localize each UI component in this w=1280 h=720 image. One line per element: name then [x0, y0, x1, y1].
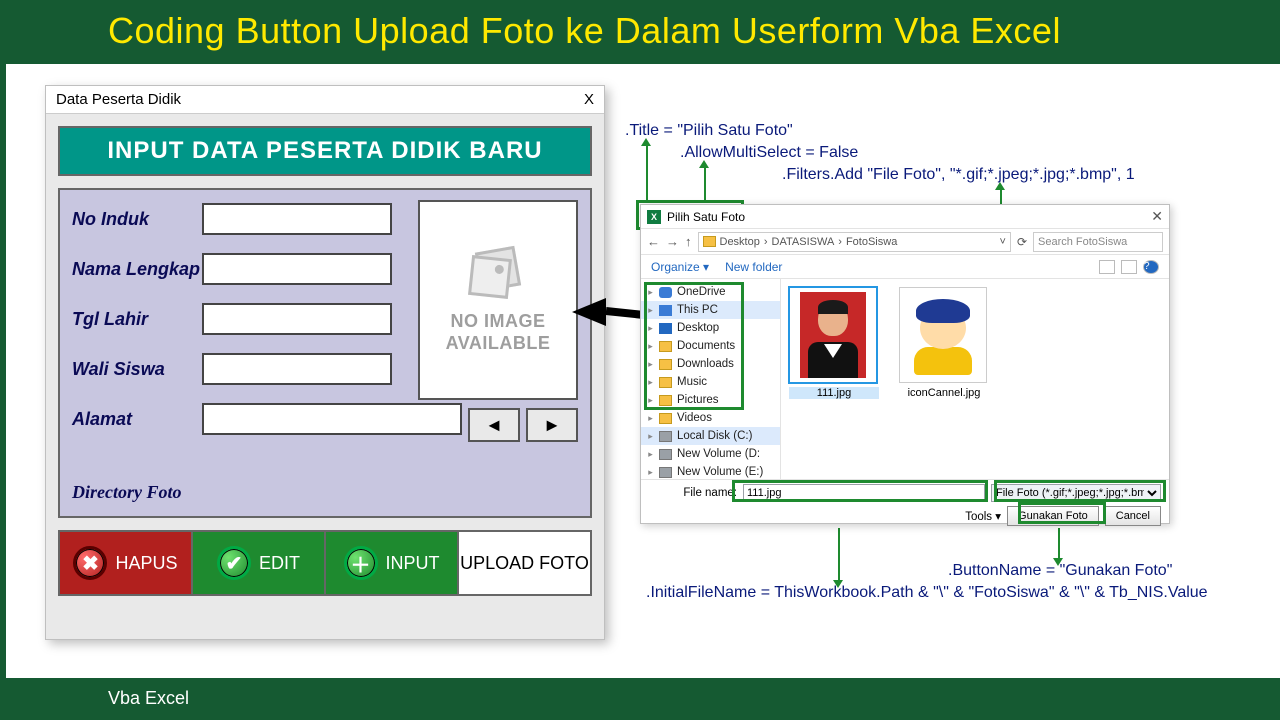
tree-item[interactable]: ▸Videos — [641, 409, 780, 427]
no-image-text: NO IMAGE AVAILABLE — [420, 311, 576, 354]
edit-button[interactable]: ✔ EDIT — [193, 532, 326, 594]
photo-placeholder: NO IMAGE AVAILABLE — [418, 200, 578, 400]
hapus-button[interactable]: ✖ HAPUS — [60, 532, 193, 594]
dialog-nav: ← → ↑ Desktop › DATASISWA › FotoSiswa ˅ … — [641, 229, 1169, 255]
directory-value — [202, 478, 582, 506]
footer-bar: Vba Excel — [0, 678, 1280, 720]
label-wali: Wali Siswa — [72, 359, 202, 380]
userform-title: Data Peserta Didik — [56, 91, 181, 108]
input-wali[interactable] — [202, 353, 392, 385]
annotation-arrow — [646, 142, 648, 200]
tree-item[interactable]: ▸Pictures — [641, 391, 780, 409]
input-button[interactable]: ＋ INPUT — [326, 532, 459, 594]
nav-back-icon[interactable]: ← — [647, 234, 660, 249]
tree-item[interactable]: ▸New Volume (D: — [641, 445, 780, 463]
dialog-footer: File name: File Foto (*.gif;*.jpeg;*.jpg… — [641, 479, 1169, 525]
tree-item[interactable]: ▸New Volume (E:) — [641, 463, 780, 479]
userform-titlebar[interactable]: Data Peserta Didik X — [46, 86, 604, 114]
breadcrumb[interactable]: Desktop › DATASISWA › FotoSiswa ˅ — [698, 232, 1011, 252]
label-tgl-lahir: Tgl Lahir — [72, 309, 202, 330]
cartoon-icon — [908, 295, 978, 375]
filename-input[interactable] — [743, 484, 985, 502]
arrow-down-icon — [833, 580, 843, 588]
userform-body: No Induk Nama Lengkap Tgl Lahir Wali Sis… — [58, 188, 592, 518]
arrow-up-icon — [641, 138, 651, 146]
big-arrow-icon — [572, 298, 606, 326]
search-input[interactable]: Search FotoSiswa — [1033, 232, 1163, 252]
tree-item[interactable]: ▸Documents — [641, 337, 780, 355]
filename-label: File name: — [649, 487, 737, 499]
new-folder-button[interactable]: New folder — [725, 260, 782, 274]
annotation-arrow — [1058, 528, 1060, 560]
userform-banner: INPUT DATA PESERTA DIDIK BARU — [58, 126, 592, 176]
photo-panel: NO IMAGE AVAILABLE ◄ ► — [418, 200, 578, 442]
file-thumb-111[interactable]: 111.jpg — [789, 287, 879, 399]
prev-photo-button[interactable]: ◄ — [468, 408, 520, 442]
dialog-toolbar: Organize ▾ New folder ? — [641, 255, 1169, 279]
label-no-induk: No Induk — [72, 209, 202, 230]
file-dialog: X Pilih Satu Foto ✕ ← → ↑ Desktop › DATA… — [640, 204, 1170, 524]
page-title: Coding Button Upload Foto ke Dalam Userf… — [0, 0, 1280, 52]
tools-menu[interactable]: Tools ▾ — [965, 509, 1001, 523]
tree-item[interactable]: ▸OneDrive — [641, 283, 780, 301]
no-image-icon — [468, 245, 528, 301]
portrait-icon — [800, 292, 866, 378]
tree-item[interactable]: ▸Music — [641, 373, 780, 391]
file-pane[interactable]: 111.jpg iconCannel.jpg — [781, 279, 1169, 479]
arrow-down-icon — [1053, 558, 1063, 566]
upload-foto-button[interactable]: UPLOAD FOTO — [459, 532, 590, 594]
left-accent — [0, 64, 6, 678]
refresh-icon[interactable]: ⟳ — [1017, 235, 1027, 249]
organize-menu[interactable]: Organize ▾ — [651, 260, 709, 274]
input-no-induk[interactable] — [202, 203, 392, 235]
footer-text: Vba Excel — [108, 688, 189, 709]
check-icon: ✔ — [217, 546, 251, 580]
label-alamat: Alamat — [72, 409, 202, 430]
next-photo-button[interactable]: ► — [526, 408, 578, 442]
view-mode-icon[interactable] — [1099, 260, 1115, 274]
tree-item[interactable]: ▸Local Disk (C:) — [641, 427, 780, 445]
file-thumb-iconcannel[interactable]: iconCannel.jpg — [899, 287, 989, 399]
excel-icon: X — [647, 210, 661, 224]
filetype-select[interactable]: File Foto (*.gif;*.jpeg;*.jpg;*.bmp) — [991, 484, 1161, 502]
dialog-title: Pilih Satu Foto — [667, 210, 745, 224]
delete-icon: ✖ — [73, 546, 107, 580]
open-button[interactable]: Gunakan Foto — [1007, 506, 1099, 526]
tree-item[interactable]: ▸Desktop — [641, 319, 780, 337]
userform-button-row: ✖ HAPUS ✔ EDIT ＋ INPUT UPLOAD FOTO — [58, 530, 592, 596]
folder-icon — [703, 236, 716, 247]
annotation-arrow — [704, 164, 706, 200]
tree-item[interactable]: ▸Downloads — [641, 355, 780, 373]
annotation-filter: .Filters.Add "File Foto", "*.gif;*.jpeg;… — [782, 166, 1135, 184]
label-nama: Nama Lengkap — [72, 259, 202, 280]
annotation-initfn: .InitialFileName = ThisWorkbook.Path & "… — [646, 584, 1208, 602]
input-nama[interactable] — [202, 253, 392, 285]
close-icon[interactable]: X — [584, 91, 594, 108]
label-directory: Directory Foto — [72, 482, 202, 503]
help-icon[interactable]: ? — [1143, 260, 1159, 274]
input-tgl-lahir[interactable] — [202, 303, 392, 335]
dialog-titlebar[interactable]: X Pilih Satu Foto ✕ — [641, 205, 1169, 229]
cancel-button[interactable]: Cancel — [1105, 506, 1161, 526]
folder-tree[interactable]: ▸OneDrive▸This PC▸Desktop▸Documents▸Down… — [641, 279, 781, 479]
userform-window: Data Peserta Didik X INPUT DATA PESERTA … — [45, 85, 605, 640]
nav-fwd-icon[interactable]: → — [666, 234, 679, 249]
plus-icon: ＋ — [344, 546, 378, 580]
tree-item[interactable]: ▸This PC — [641, 301, 780, 319]
dialog-close-icon[interactable]: ✕ — [1151, 208, 1163, 225]
view-mode-icon[interactable] — [1121, 260, 1137, 274]
header-bar: Coding Button Upload Foto ke Dalam Userf… — [0, 0, 1280, 64]
arrow-up-icon — [699, 160, 709, 168]
arrow-up-icon — [995, 182, 1005, 190]
annotation-arrow — [838, 528, 840, 582]
nav-up-icon[interactable]: ↑ — [685, 234, 692, 249]
